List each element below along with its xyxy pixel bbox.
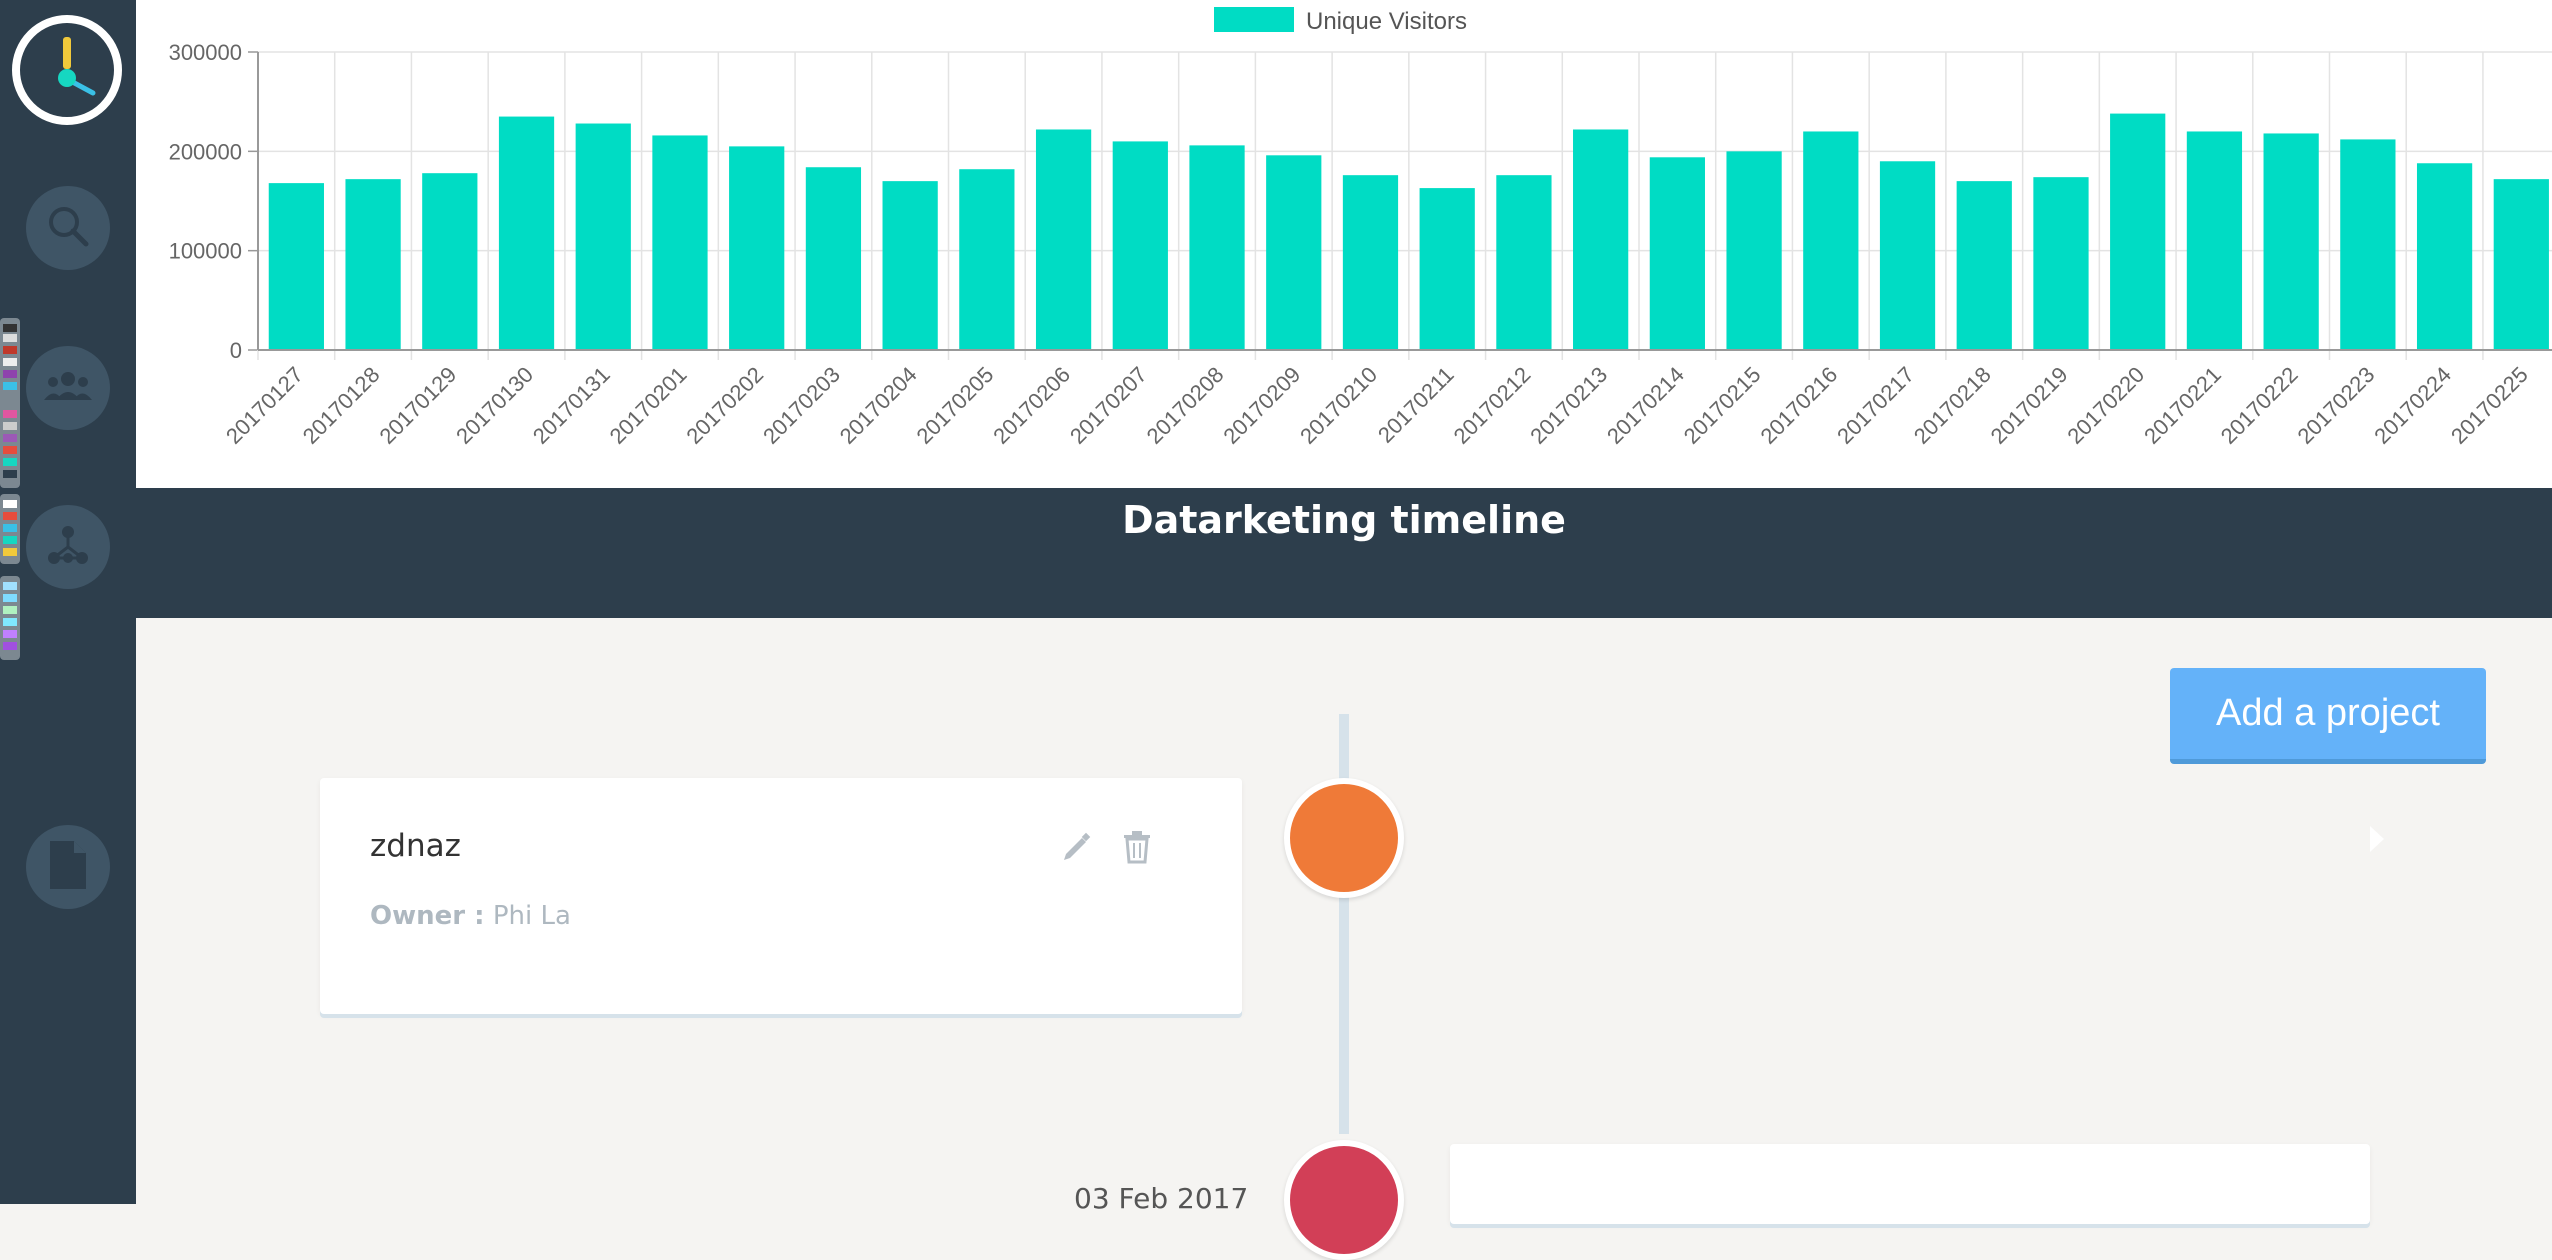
x-tick-label: 20170220 <box>2062 362 2149 449</box>
timeline-header: Datarketing timeline <box>136 488 2552 618</box>
trash-icon[interactable] <box>1122 830 1152 869</box>
project-card[interactable]: zdnaz Owner : Phi La <box>320 778 1242 1014</box>
x-tick-label: 20170215 <box>1679 362 1766 449</box>
bar <box>2110 113 2166 350</box>
x-tick-label: 20170127 <box>221 362 308 449</box>
bar <box>2493 179 2549 350</box>
x-tick-label: 20170219 <box>1986 362 2073 449</box>
x-tick-label: 20170203 <box>758 362 845 449</box>
x-tick-label: 20170222 <box>2216 362 2303 449</box>
users-icon <box>43 368 93 409</box>
bar <box>882 181 938 350</box>
x-tick-label: 20170201 <box>605 362 692 449</box>
x-tick-label: 20170129 <box>374 362 461 449</box>
bar <box>2186 131 2243 350</box>
owner-name: Phi La <box>492 901 571 931</box>
search-icon <box>46 204 90 253</box>
bar <box>498 116 555 350</box>
timeline-line <box>1339 714 1349 1134</box>
bar <box>1879 161 1936 350</box>
x-tick-label: 20170211 <box>1373 362 1459 448</box>
add-project-button[interactable]: Add a project <box>2170 668 2486 764</box>
x-tick-label: 20170208 <box>1142 362 1229 449</box>
y-tick-label: 0 <box>230 338 242 363</box>
timeline-dot[interactable] <box>1284 778 1404 898</box>
y-tick-label: 300000 <box>169 40 242 65</box>
color-palette-strip[interactable] <box>0 318 20 488</box>
bar <box>729 146 785 350</box>
x-tick-label: 20170223 <box>2293 362 2380 449</box>
x-tick-label: 20170216 <box>1755 362 1842 449</box>
legend-label: Unique Visitors <box>1306 8 1467 35</box>
bar <box>422 173 478 350</box>
timeline-date: 03 Feb 2017 <box>1074 1182 1249 1215</box>
x-tick-label: 20170221 <box>2139 362 2226 449</box>
x-tick-label: 20170209 <box>1218 362 1305 449</box>
bar-chart-svg: 0100000200000300000201701272017012820170… <box>169 7 2552 449</box>
bar <box>575 123 631 351</box>
sidebar-item-users[interactable] <box>26 346 110 430</box>
x-tick-label: 20170128 <box>298 362 385 449</box>
x-tick-label: 20170130 <box>451 362 538 449</box>
bar <box>1726 151 1782 350</box>
bar <box>345 179 401 350</box>
edit-icon[interactable] <box>1060 830 1094 869</box>
x-tick-label: 20170131 <box>528 362 615 449</box>
x-tick-label: 20170214 <box>1602 362 1689 449</box>
bar <box>268 183 324 350</box>
timeline-arrow-icon <box>2370 826 2384 852</box>
x-tick-label: 20170206 <box>988 362 1075 449</box>
bar <box>2416 163 2473 350</box>
bar <box>1956 181 2012 350</box>
owner-label: Owner : <box>370 901 485 931</box>
bar <box>1035 129 1092 350</box>
project-card[interactable] <box>1450 1144 2370 1224</box>
bar <box>1342 175 1399 350</box>
x-tick-label: 20170225 <box>2446 362 2533 449</box>
bar <box>1496 175 1552 350</box>
clock-logo-icon[interactable] <box>12 15 122 125</box>
x-tick-label: 20170204 <box>835 362 922 449</box>
bar <box>1419 188 1475 350</box>
color-palette-strip[interactable] <box>0 494 20 564</box>
y-tick-label: 100000 <box>169 239 242 264</box>
bar <box>805 167 862 350</box>
project-title: zdnaz <box>370 828 461 864</box>
bar <box>1112 141 1168 350</box>
bar <box>1573 129 1629 350</box>
bar <box>2340 139 2396 350</box>
bar <box>1803 131 1859 350</box>
bar <box>959 169 1015 350</box>
x-tick-label: 20170207 <box>1065 362 1152 449</box>
bar <box>2033 177 2089 350</box>
network-icon <box>46 523 90 572</box>
sidebar <box>0 0 136 1204</box>
sidebar-item-network[interactable] <box>26 505 110 589</box>
bar <box>1649 157 1705 350</box>
x-tick-label: 20170224 <box>2369 362 2456 449</box>
sidebar-item-document[interactable] <box>26 825 110 909</box>
project-owner: Owner : Phi La <box>370 901 571 931</box>
x-tick-label: 20170217 <box>1832 362 1919 449</box>
document-icon <box>48 839 88 896</box>
y-tick-label: 200000 <box>169 139 242 164</box>
x-tick-label: 20170218 <box>1909 362 1996 449</box>
page-title: Datarketing timeline <box>1122 498 1566 542</box>
x-tick-label: 20170213 <box>1525 362 1612 449</box>
bar <box>652 135 708 350</box>
legend-swatch <box>1214 7 1294 32</box>
sidebar-item-search[interactable] <box>26 186 110 270</box>
timeline-dot[interactable] <box>1284 1140 1404 1260</box>
unique-visitors-chart: 0 100000 200000 300000 20170127 20170128 20170… <box>136 0 2552 488</box>
bar <box>2263 133 2319 350</box>
color-palette-strip[interactable] <box>0 576 20 660</box>
bar <box>1189 145 1245 350</box>
x-tick-label: 20170210 <box>1295 362 1382 449</box>
x-tick-label: 20170202 <box>681 362 768 449</box>
bar <box>1266 155 1322 350</box>
x-tick-label: 20170212 <box>1449 362 1536 449</box>
x-tick-label: 20170205 <box>912 362 999 449</box>
